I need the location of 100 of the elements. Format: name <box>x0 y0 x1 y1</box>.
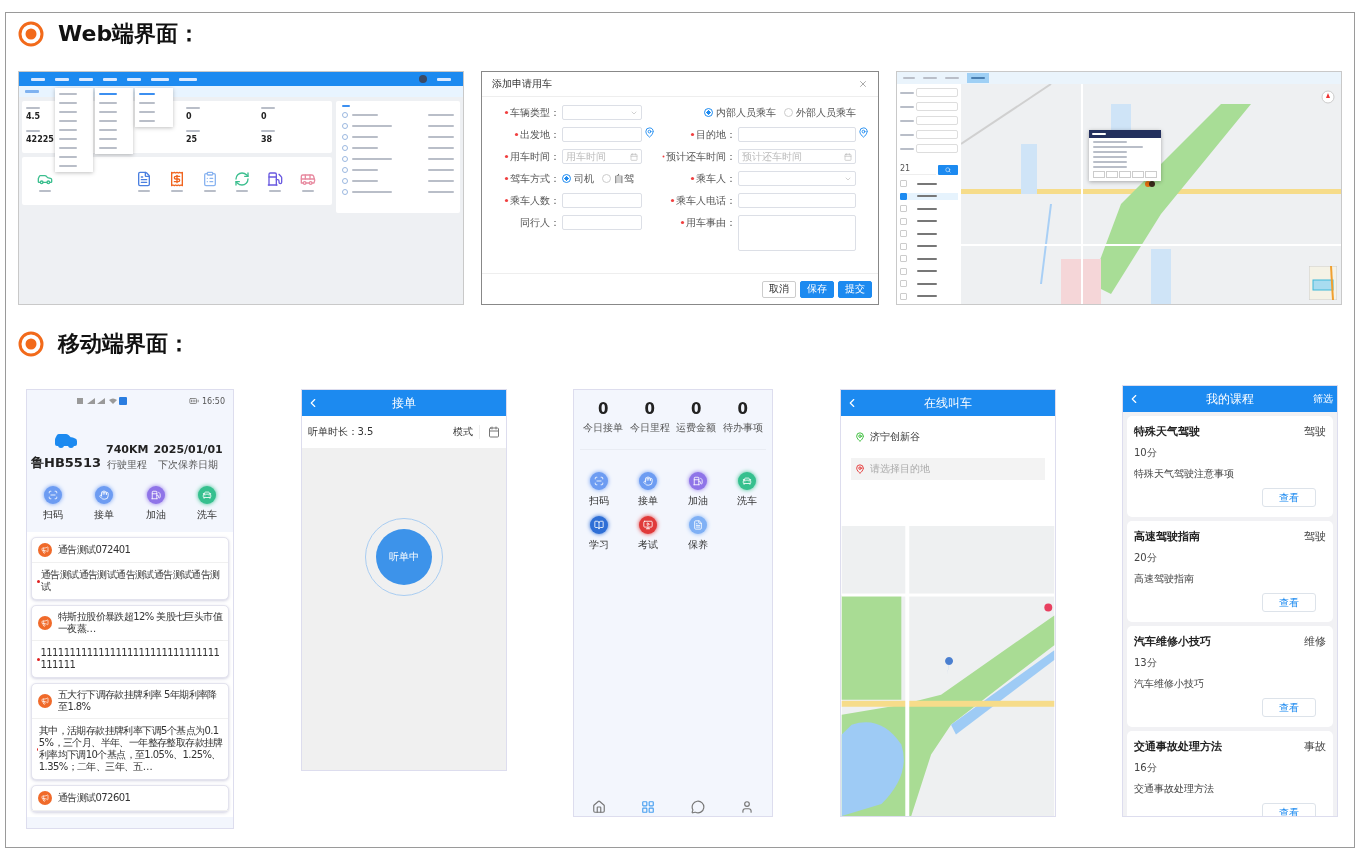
notice-title: 通告测试072401 <box>58 544 131 556</box>
input-field[interactable] <box>562 193 642 208</box>
clipboard-icon[interactable] <box>201 170 218 187</box>
checkbox[interactable] <box>900 217 907 225</box>
location-pin-icon[interactable] <box>858 127 869 138</box>
checkbox[interactable] <box>900 280 907 288</box>
scan-icon[interactable] <box>43 486 62 504</box>
checkbox[interactable] <box>900 192 907 200</box>
notice-card[interactable]: 五大行下调存款挂牌利率 5年期利率降至1.8% 其中，活期存款挂牌利率下调5个基点为0.15%，三个月、半年、一年整存整取存款挂牌利率均下调10个基点，至1.05%、1.25%、1.35%；二年、三年、五… <box>31 683 229 780</box>
document-icon[interactable] <box>688 516 707 534</box>
checkbox[interactable] <box>900 292 907 300</box>
filter-select[interactable] <box>916 88 958 97</box>
blurred-text <box>171 189 183 192</box>
book-icon[interactable] <box>589 516 608 534</box>
blurred-text <box>236 189 249 192</box>
popup-button[interactable] <box>1106 171 1118 178</box>
course-description: 汽车维修小技巧 <box>1134 677 1205 691</box>
radio-option[interactable]: 内部人员乘车 <box>704 105 776 120</box>
checkbox[interactable] <box>900 205 907 213</box>
location-pin-icon <box>854 432 865 442</box>
active-tab[interactable] <box>967 73 989 83</box>
view-button[interactable]: 查看 <box>1262 698 1316 717</box>
home-icon[interactable] <box>591 800 606 814</box>
scan-icon[interactable] <box>589 472 608 490</box>
chat-bubble-icon[interactable] <box>690 800 705 814</box>
filter-select[interactable] <box>916 116 958 125</box>
stat-value: 25 <box>186 135 198 144</box>
view-button[interactable]: 查看 <box>1262 803 1316 816</box>
blurred-text <box>55 77 69 81</box>
grid-icon[interactable] <box>641 800 656 814</box>
screen-icon[interactable] <box>639 516 658 534</box>
input-field[interactable] <box>738 127 856 142</box>
select-field[interactable] <box>738 171 856 186</box>
car-front-icon[interactable] <box>198 486 217 504</box>
user-icon[interactable] <box>740 800 755 814</box>
hand-icon[interactable] <box>95 486 114 504</box>
blurred-text <box>917 257 937 260</box>
avatar-icon[interactable] <box>419 75 427 83</box>
blurred-text <box>203 189 216 192</box>
notice-title: 特斯拉股价暴跌超12% 美股七巨头市值一夜蒸… <box>58 611 222 635</box>
stat-value: 4.5 <box>26 112 41 121</box>
blurred-text <box>917 270 937 273</box>
document-icon[interactable] <box>136 170 153 187</box>
compass-icon[interactable] <box>1321 90 1335 104</box>
filter-select[interactable] <box>916 144 958 153</box>
search-button[interactable] <box>938 164 958 175</box>
checkbox[interactable] <box>900 255 907 263</box>
megaphone-icon <box>38 543 52 557</box>
battery-icon <box>188 396 199 406</box>
radio-option[interactable]: 自驾 <box>602 171 634 186</box>
input-field[interactable] <box>738 193 856 208</box>
receipt-icon[interactable] <box>169 170 185 187</box>
megaphone-icon <box>38 616 52 630</box>
blurred-text <box>151 77 169 81</box>
field-label: 用车事由： <box>662 215 736 230</box>
refresh-icon[interactable] <box>234 170 251 187</box>
status-icons-drawing <box>77 397 127 405</box>
fuel-pump-icon[interactable] <box>267 170 283 187</box>
blurred-text <box>138 189 151 192</box>
input-field[interactable] <box>562 127 642 142</box>
popup-button[interactable] <box>1119 171 1131 178</box>
action-label: 学习 <box>588 538 609 552</box>
blurred-text <box>917 195 937 198</box>
origin-text: 济宁创新谷 <box>869 430 920 444</box>
filter-select[interactable] <box>916 130 958 139</box>
hand-icon[interactable] <box>639 472 658 490</box>
checkbox[interactable] <box>900 230 907 238</box>
close-icon[interactable] <box>858 79 868 89</box>
notice-card[interactable]: 特斯拉股价暴跌超12% 美股七巨头市值一夜蒸… 1111111111111111111111111111111111111 <box>31 605 229 678</box>
popup-button[interactable] <box>1132 171 1144 178</box>
mode-link[interactable]: 模式 <box>452 425 480 439</box>
checkbox[interactable] <box>900 242 907 250</box>
popup-button[interactable] <box>1145 171 1157 178</box>
dialog-button[interactable]: 取消 <box>762 280 796 298</box>
view-button[interactable]: 查看 <box>1262 488 1316 507</box>
view-button[interactable]: 查看 <box>1262 593 1316 612</box>
notice-card[interactable]: 通告测试072601 <box>31 785 229 812</box>
radio-option[interactable]: 司机 <box>562 171 594 186</box>
fuel-pump-icon[interactable] <box>688 472 707 490</box>
checkbox[interactable] <box>900 267 907 275</box>
checkbox[interactable] <box>900 180 907 188</box>
filter-link[interactable]: 筛选 <box>1313 392 1333 406</box>
location-pin-icon[interactable] <box>644 127 655 138</box>
screen-title: 接单 <box>391 394 416 412</box>
filter-select[interactable] <box>916 102 958 111</box>
select-field[interactable] <box>562 105 642 120</box>
popup-button[interactable] <box>1093 171 1105 178</box>
field-label: 同行人： <box>519 216 560 230</box>
calendar-icon[interactable] <box>487 426 500 438</box>
notice-card[interactable]: 通告测试072401 通告测试通告测试通告测试通告测试通告测试 <box>31 537 229 600</box>
input-field[interactable] <box>562 215 642 230</box>
dialog-button[interactable]: 提交 <box>838 280 872 298</box>
radio-option[interactable]: 外部人员乘车 <box>784 105 856 120</box>
course-title: 交通事故处理方法 <box>1134 739 1222 754</box>
car-front-icon[interactable] <box>738 472 757 490</box>
search-field[interactable]: 21 <box>900 164 936 175</box>
text-area[interactable] <box>738 215 856 251</box>
fuel-pump-icon[interactable] <box>146 486 165 504</box>
dialog-button[interactable]: 保存 <box>800 280 834 298</box>
notice-title: 五大行下调存款挂牌利率 5年期利率降至1.8% <box>58 689 218 713</box>
